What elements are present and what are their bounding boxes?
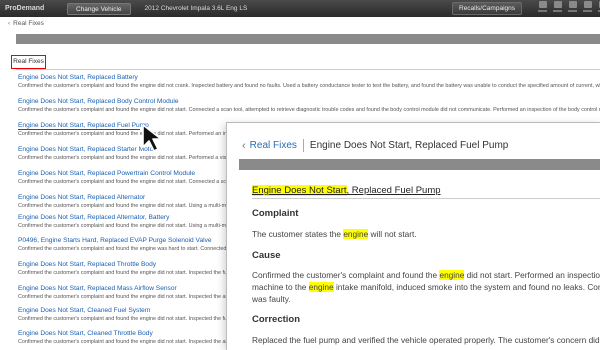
list-item[interactable]: Engine Does Not Start, Replaced Body Con…: [18, 97, 600, 114]
fix-description: Confirmed the customer's complaint and f…: [18, 83, 600, 89]
title-rest: , Replaced Fuel Pump: [346, 185, 441, 196]
detail-breadcrumb: ‹ Real Fixes Engine Does Not Start, Repl…: [242, 139, 508, 152]
fix-title-link[interactable]: Engine Does Not Start, Replaced Battery: [18, 73, 600, 82]
cause-text-line-2: machine to the engine intake manifold, i…: [252, 282, 600, 292]
complaint-heading: Complaint: [252, 208, 299, 219]
title-divider: [252, 198, 600, 199]
text-fragment: will not start.: [368, 229, 417, 239]
cause-heading: Cause: [252, 250, 281, 261]
fix-detail-panel: ‹ Real Fixes Engine Does Not Start, Repl…: [226, 122, 600, 350]
breadcrumb-separator: [302, 139, 304, 152]
breadcrumb-real-fixes-link[interactable]: Real Fixes: [250, 140, 297, 151]
top-bar: ProDemand Change Vehicle 2012 Chevrolet …: [0, 0, 600, 17]
title-highlight: Engine Does Not Start: [252, 185, 347, 196]
text-fragment: intake manifold, induced smoke into the …: [335, 282, 600, 292]
breadcrumb-label[interactable]: Real Fixes: [13, 20, 44, 27]
tab-real-fixes[interactable]: Real Fixes: [11, 55, 46, 69]
correction-heading: Correction: [252, 314, 301, 325]
history-icon[interactable]: [552, 1, 563, 15]
hover-underline: [18, 129, 140, 130]
contact-icon[interactable]: [567, 1, 578, 15]
vehicle-label: 2012 Chevrolet Impala 3.6L Eng LS: [144, 5, 248, 12]
recalls-campaigns-button[interactable]: Recalls/Campaigns: [452, 2, 522, 15]
list-item[interactable]: Engine Does Not Start, Replaced Battery …: [18, 73, 600, 90]
chevron-left-icon[interactable]: ‹: [8, 20, 10, 27]
correction-text: Replaced the fuel pump and verified the …: [252, 335, 600, 345]
brand-logo: ProDemand: [5, 5, 45, 12]
chevron-left-icon[interactable]: ‹: [242, 140, 246, 152]
text-fragment: machine to the: [252, 282, 309, 292]
change-vehicle-button[interactable]: Change Vehicle: [67, 2, 131, 15]
help-icon[interactable]: [582, 1, 593, 15]
fix-description: Confirmed the customer's complaint and f…: [18, 107, 600, 113]
complaint-text: The customer states the engine will not …: [252, 229, 417, 239]
cause-text-line-1: Confirmed the customer's complaint and f…: [252, 270, 600, 280]
text-fragment: Confirmed the customer's complaint and f…: [252, 270, 440, 280]
detail-title: Engine Does Not Start, Replaced Fuel Pum…: [252, 185, 441, 196]
text-fragment: The customer states the: [252, 229, 344, 239]
detail-header-bar: [239, 159, 600, 170]
mouse-cursor-icon: [142, 124, 162, 152]
fix-title-link[interactable]: Engine Does Not Start, Replaced Body Con…: [18, 97, 600, 106]
breadcrumb-current: Engine Does Not Start, Replaced Fuel Pum…: [309, 140, 509, 151]
search-highlight: engine: [343, 229, 369, 239]
search-highlight: engine: [308, 282, 334, 292]
tool-icon[interactable]: [537, 1, 548, 15]
text-fragment: did not start. Performed an inspection o…: [466, 270, 600, 280]
tab-divider: [16, 69, 600, 70]
breadcrumb: ‹ Real Fixes: [8, 20, 44, 27]
top-icon-group: [537, 1, 600, 15]
search-highlight: engine: [439, 270, 465, 280]
content-header-bar: [16, 34, 600, 44]
cause-text-line-3: was faulty.: [252, 294, 291, 304]
